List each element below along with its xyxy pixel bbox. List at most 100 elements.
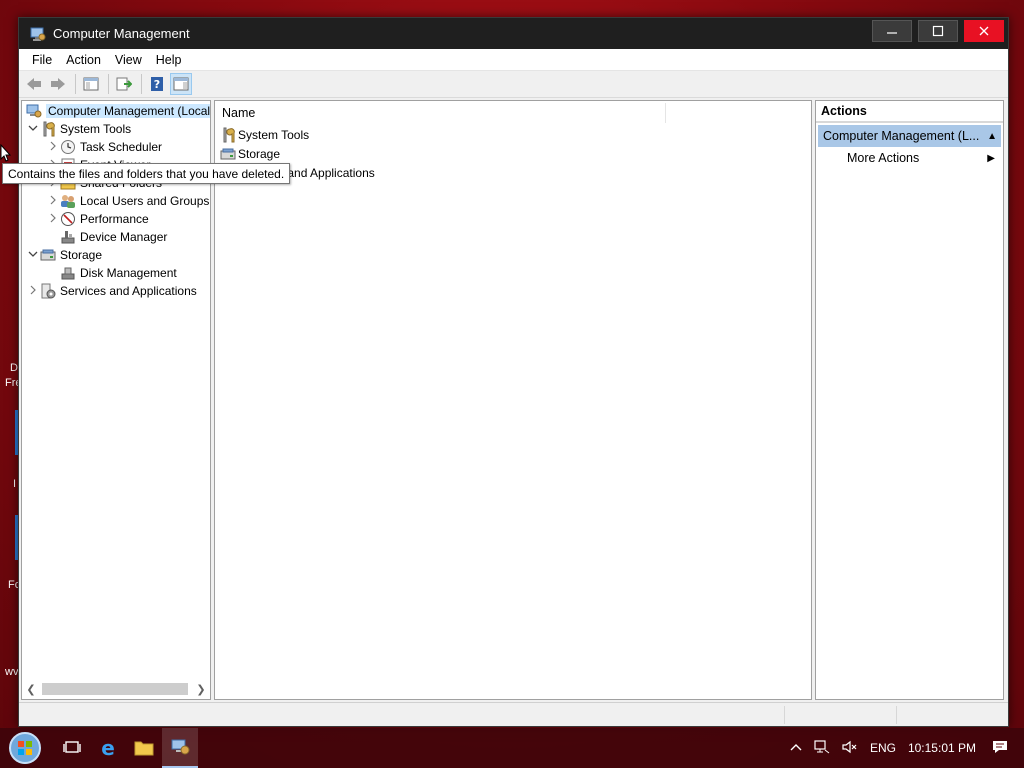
status-segment [784,706,785,724]
tree-item-device-manager[interactable]: Device Manager [22,228,210,246]
computer-management-window: Computer Management File Action View Hel… [18,17,1009,727]
list-item-services[interactable]: Services and Applications [215,163,811,182]
file-explorer-button[interactable] [126,728,162,768]
tree-item-storage[interactable]: Storage [22,246,210,264]
list-item-label: System Tools [238,127,310,142]
help-button[interactable]: ? [146,73,168,95]
submenu-arrow-icon: ▶ [987,152,995,164]
menu-file[interactable]: File [25,53,59,67]
scrollbar-thumb[interactable] [42,683,188,695]
action-pane-icon [173,77,189,91]
toolbar: ? [19,71,1008,98]
menu-view[interactable]: View [108,53,149,67]
chevron-right-icon[interactable] [46,213,60,226]
column-divider[interactable] [665,103,666,123]
computer-management-icon [171,739,190,755]
window-title: Computer Management [53,26,190,41]
tree-label-task-scheduler: Task Scheduler [80,140,163,154]
column-header-name[interactable]: Name [215,101,811,125]
task-view-button[interactable] [54,728,90,768]
tree-item-services[interactable]: Services and Applications [22,282,210,300]
tree-label-disk-management: Disk Management [80,266,177,280]
tree-label-system-tools: System Tools [60,122,132,136]
network-icon[interactable] [814,739,830,757]
actions-section-header[interactable]: Computer Management (L... ▲ [818,125,1001,147]
clock-icon [60,139,76,155]
tree-item-performance[interactable]: Performance [22,210,210,228]
clock[interactable]: 10:15:01 PM [908,741,976,755]
toolbar-separator [141,74,142,94]
storage-icon [220,146,236,162]
tree-item-disk-management[interactable]: Disk Management [22,264,210,282]
column-header-label: Name [222,106,256,120]
tree-label-local-users: Local Users and Groups [80,194,210,208]
show-hide-console-tree-button[interactable] [80,73,102,95]
tree-label-device-manager: Device Manager [80,230,168,244]
computer-management-taskbar-button[interactable] [162,728,198,768]
collapse-up-icon[interactable]: ▲ [987,131,1001,142]
back-arrow-icon [27,78,41,90]
forward-arrow-icon [51,78,65,90]
tree-item-system-tools[interactable]: System Tools [22,120,210,138]
scroll-left-icon[interactable]: ❮ [24,683,38,696]
system-tray: ENG 10:15:01 PM [790,728,1024,768]
disk-management-icon [60,265,76,281]
tree-item-root[interactable]: Computer Management (Local [22,102,210,120]
language-indicator[interactable]: ENG [870,741,896,755]
tree-label-services: Services and Applications [60,284,197,298]
content-area: Computer Management (Local System Tools [21,100,1006,700]
edge-browser-button[interactable]: e [90,728,126,768]
chevron-right-icon[interactable] [46,195,60,208]
tree-label-performance: Performance [80,212,149,226]
console-tree: Computer Management (Local System Tools [21,100,211,700]
minimize-button[interactable] [872,20,912,42]
tree-horizontal-scrollbar[interactable]: ❮ ❯ [24,681,208,697]
more-actions-label: More Actions [847,151,920,165]
start-button[interactable] [0,728,50,768]
list-item-storage[interactable]: Storage [215,144,811,163]
tree-item-task-scheduler[interactable]: Task Scheduler [22,138,210,156]
folder-icon [134,741,154,756]
menu-bar: File Action View Help [19,49,1008,71]
chevron-down-icon[interactable] [26,123,40,136]
menu-help[interactable]: Help [149,53,189,67]
chevron-right-icon[interactable] [46,141,60,154]
scroll-right-icon[interactable]: ❯ [194,683,208,696]
forward-button[interactable] [47,73,69,95]
taskbar: e ENG 10:15:01 PM [0,728,1024,768]
tooltip: Contains the files and folders that you … [2,163,291,184]
show-hide-action-pane-button[interactable] [170,73,192,95]
status-bar [19,702,1008,726]
tree-item-local-users[interactable]: Local Users and Groups [22,192,210,210]
more-actions-item[interactable]: More Actions ▶ [816,147,1003,169]
tree-label-storage: Storage [60,248,103,262]
mouse-cursor-icon [0,143,12,165]
help-icon: ? [151,77,163,91]
console-tree-icon [83,77,99,91]
edge-icon: e [101,737,115,759]
action-center-icon[interactable] [992,739,1008,758]
chevron-down-icon[interactable] [26,249,40,262]
close-button[interactable] [964,20,1004,42]
back-button[interactable] [23,73,45,95]
title-bar[interactable]: Computer Management [19,18,1008,49]
status-segment [896,706,897,724]
tree-label-root: Computer Management (Local [46,104,211,118]
menu-action[interactable]: Action [59,53,108,67]
services-icon [40,283,56,299]
results-pane: Name System Tools Storage Services and A… [214,100,812,700]
actions-pane: Actions Computer Management (L... ▲ More… [815,100,1004,700]
list-item-system-tools[interactable]: System Tools [215,125,811,144]
show-hidden-icons-chevron-icon[interactable] [790,741,802,755]
export-list-icon [116,77,132,91]
toolbar-separator [108,74,109,94]
users-group-icon [60,193,76,209]
export-list-button[interactable] [113,73,135,95]
actions-section-label: Computer Management (L... [823,129,980,143]
chevron-right-icon[interactable] [26,285,40,298]
system-tools-icon [40,121,56,137]
desktop-icon-label: I [13,478,17,490]
maximize-button[interactable] [918,20,958,42]
volume-muted-icon[interactable] [842,740,858,757]
performance-icon [60,211,76,227]
